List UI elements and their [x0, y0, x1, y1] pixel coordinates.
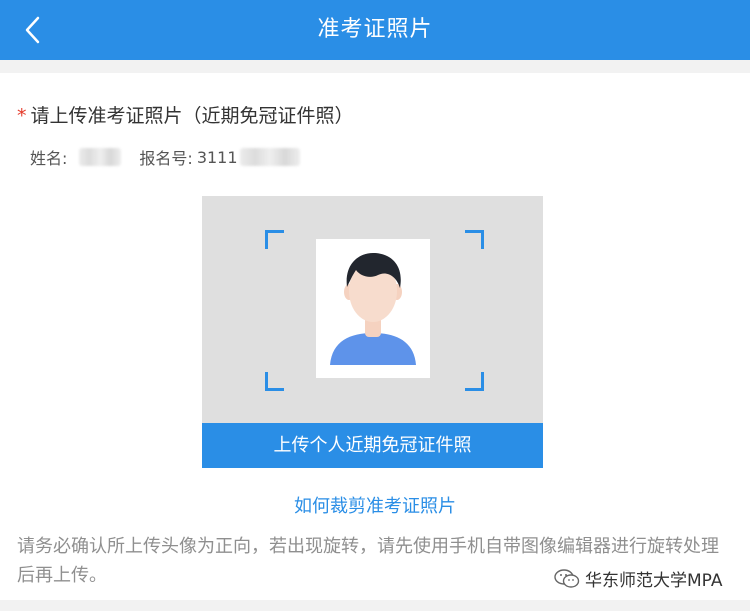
content-card: * 请上传准考证照片（近期免冠证件照） 姓名: 报名号: 3111 上传个人近期…	[0, 73, 750, 600]
registration-prefix: 3111	[196, 147, 238, 167]
id-photo-placeholder	[316, 239, 430, 378]
name-label: 姓名:	[30, 149, 68, 168]
name-value-redacted	[79, 148, 122, 166]
crop-corner-top-right	[465, 230, 484, 249]
person-avatar-icon	[330, 252, 416, 365]
registration-label: 报名号:	[139, 149, 193, 168]
upload-photo-button[interactable]: 上传个人近期免冠证件照	[202, 423, 543, 468]
upload-prompt: * 请上传准考证照片（近期免冠证件照）	[17, 101, 354, 128]
upload-prompt-label: 请上传准考证照片（近期免冠证件照）	[30, 105, 354, 127]
watermark: 华东师范大学MPA	[553, 566, 722, 591]
required-mark: *	[17, 105, 27, 127]
candidate-info: 姓名: 报名号: 3111	[30, 145, 300, 169]
page-title: 准考证照片	[317, 17, 433, 42]
crop-corner-bottom-left	[265, 372, 284, 391]
photo-upload-area[interactable]	[202, 196, 543, 423]
crop-help-link[interactable]: 如何裁剪准考证照片	[0, 492, 750, 518]
top-nav-bar: 准考证照片	[0, 0, 750, 60]
wechat-icon	[554, 568, 580, 588]
crop-corner-top-left	[265, 230, 284, 249]
crop-corner-bottom-right	[465, 372, 484, 391]
watermark-text: 华东师范大学MPA	[585, 571, 723, 591]
registration-value-redacted	[239, 148, 300, 166]
